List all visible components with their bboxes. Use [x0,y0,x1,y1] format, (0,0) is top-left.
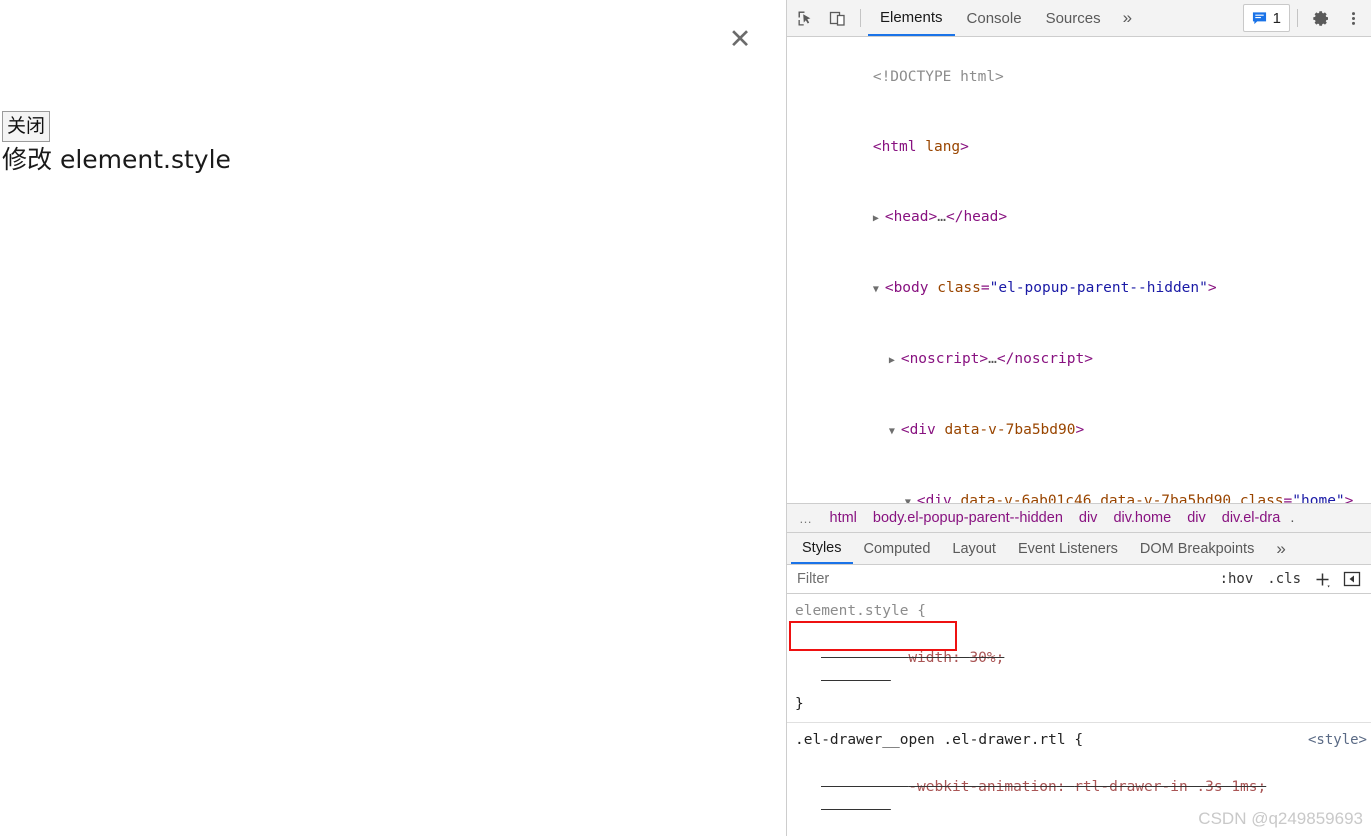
attr-name: class [1239,492,1284,503]
css-value[interactable]: rtl-drawer-in .3s 1ms; [1074,779,1266,795]
gear-icon[interactable] [1306,4,1336,32]
collapsed-ellipsis: … [988,350,997,367]
collapse-triangle-icon[interactable]: ▼ [889,420,901,443]
tag-name-close: head [963,209,999,226]
css-rule-close: } [795,696,804,713]
attr-name: data-v-6ab01c46 [960,492,1092,503]
css-selector[interactable]: .el-drawer__open .el-drawer.rtl { [795,729,1371,752]
dom-row[interactable]: <html lang> [787,113,1371,183]
toolbar-divider-2 [1297,9,1298,27]
css-rule-origin[interactable]: <style> [1308,729,1367,752]
tag-name: noscript [909,350,980,367]
css-property[interactable]: -webkit-animation [908,779,1056,795]
css-declaration[interactable]: width: 30%; [795,623,1371,693]
breadcrumb-item-div-2[interactable]: div [1179,510,1214,526]
tab-event-listeners[interactable]: Event Listeners [1007,533,1129,564]
dom-row[interactable]: ▼ <div data-v-7ba5bd90> [787,395,1371,466]
collapse-triangle-icon[interactable]: ▼ [873,278,885,301]
message-count: 1 [1272,9,1281,27]
styles-pane-tabs: Styles Computed Layout Event Listeners D… [787,533,1371,565]
expand-triangle-icon[interactable]: ▶ [873,207,885,230]
plus-icon[interactable] [1310,571,1335,588]
tab-elements[interactable]: Elements [868,0,955,36]
breadcrumb-item-body[interactable]: body.el-popup-parent--hidden [865,510,1071,526]
cls-toggle[interactable]: .cls [1262,571,1306,587]
tag-name: div [925,492,952,503]
attr-name: data-v-7ba5bd90 [944,421,1076,438]
breadcrumb-truncation: . [1290,510,1295,526]
breadcrumb[interactable]: … html body.el-popup-parent--hidden div … [787,503,1371,533]
filter-input[interactable] [795,570,1211,588]
attr-value: "home" [1292,492,1345,503]
more-tabs-icon[interactable]: » [1113,0,1142,36]
dom-row[interactable]: ▶ <noscript>…</noscript> [787,325,1371,396]
dom-row[interactable]: <!DOCTYPE html> [787,43,1371,113]
css-selector[interactable]: element.style { [795,600,1371,623]
breadcrumb-item-div-drawer[interactable]: div.el-dra [1214,510,1289,526]
collapse-triangle-icon[interactable]: ▼ [905,491,917,503]
doctype-text: <!DOCTYPE html> [872,69,1004,86]
tag-name: head [893,209,929,226]
breadcrumb-overflow[interactable]: … [791,511,822,526]
inspect-element-icon[interactable] [790,4,820,32]
styles-filter-bar: :hov .cls [787,565,1371,594]
tab-console[interactable]: Console [955,0,1034,36]
breadcrumb-item-div[interactable]: div [1071,510,1106,526]
dom-row[interactable]: ▼ <body class="el-popup-parent--hidden"> [787,254,1371,325]
tab-computed[interactable]: Computed [853,533,942,564]
dom-tree[interactable]: <!DOCTYPE html> <html lang> ▶ <head>…</he… [787,37,1371,503]
tab-styles[interactable]: Styles [791,533,853,564]
attr-name: class [937,279,981,296]
message-count-badge[interactable]: 1 [1242,4,1290,32]
breadcrumb-item-html[interactable]: html [822,510,865,526]
collapsed-ellipsis: … [937,209,946,226]
web-page-area: ✕ 关闭 修改 element.style [0,0,786,836]
panel-toggle-icon[interactable] [1339,570,1365,588]
tab-layout[interactable]: Layout [941,533,1007,564]
tab-sources[interactable]: Sources [1034,0,1113,36]
tag-name: body [893,279,929,296]
tab-dom-breakpoints[interactable]: DOM Breakpoints [1129,533,1265,564]
styles-more-tabs-icon[interactable]: » [1265,533,1296,564]
css-value[interactable]: 30%; [969,650,1004,666]
dom-row[interactable]: ▼ <div data-v-6ab01c46 data-v-7ba5bd90 cl… [787,466,1371,503]
annotation-modify-label: 修改 element.style [2,145,231,174]
tag-name-close: noscript [1014,350,1085,367]
devtools-toolbar: Elements Console Sources » 1 [787,0,1371,37]
devtools-panel: Elements Console Sources » 1 <!DOCTYPE h… [786,0,1371,836]
css-property[interactable]: width [908,650,952,666]
message-icon [1252,11,1266,24]
attr-value: "el-popup-parent--hidden" [989,279,1208,296]
close-icon[interactable]: ✕ [724,24,756,56]
watermark: CSDN @q249859693 [1198,808,1363,828]
vertical-dots-icon[interactable] [1338,4,1368,32]
css-rules-list[interactable]: element.style { width: 30%; } .el-drawer… [787,594,1371,836]
css-rule-element-style[interactable]: element.style { width: 30%; } [787,594,1371,724]
breadcrumb-item-div-home[interactable]: div.home [1105,510,1179,526]
annotation-close-button[interactable]: 关闭 [2,111,51,142]
hov-toggle[interactable]: :hov [1215,571,1259,587]
attr-name: lang [925,139,961,156]
tag-name: html [881,139,917,156]
dom-row[interactable]: ▶ <head>…</head> [787,183,1371,254]
device-toolbar-icon[interactable] [822,4,852,32]
expand-triangle-icon[interactable]: ▶ [889,349,901,372]
toolbar-divider [860,9,861,27]
attr-name: data-v-7ba5bd90 [1100,492,1232,503]
screenshot-root: ✕ 关闭 修改 element.style Elements Console S… [0,0,1371,836]
tag-name: div [909,421,936,438]
